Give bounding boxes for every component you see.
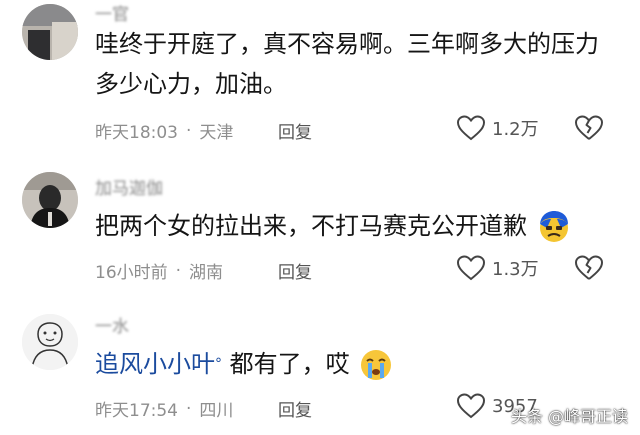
avatar-image	[22, 314, 78, 370]
comment-time: 昨天17:54	[95, 401, 178, 421]
heart-icon	[456, 393, 486, 419]
comment-location: 天津	[199, 123, 234, 143]
dislike-button[interactable]	[574, 114, 604, 146]
separator-dot: ·	[186, 398, 192, 419]
like-button[interactable]: 1.2万	[456, 114, 539, 142]
avatar[interactable]	[22, 314, 78, 370]
angry-face-emoji-icon	[537, 210, 571, 244]
username[interactable]: 加马迦伽	[95, 174, 163, 199]
reply-button[interactable]: 回复	[278, 118, 312, 143]
like-button[interactable]: 1.3万	[456, 254, 539, 282]
separator-dot: ·	[175, 260, 182, 281]
comment-item: 加马迦伽 把两个女的拉出来，不打马赛克公开道歉 16小时前 · 湖南 回复 1.…	[0, 160, 640, 290]
reply-button[interactable]: 回复	[278, 258, 312, 283]
comment-text: 追风小小叶° 都有了，哎	[95, 344, 625, 384]
username[interactable]: 一水	[95, 312, 129, 337]
comment-location: 湖南	[189, 263, 224, 283]
comment-location: 四川	[199, 401, 234, 421]
comment-text: 把两个女的拉出来，不打马赛克公开道歉	[95, 206, 625, 246]
comment-meta: 16小时前 · 湖南	[95, 258, 224, 284]
avatar-image	[22, 4, 78, 60]
comment-text: 哇终于开庭了，真不容易啊。三年啊多大的压力 多少心力，加油。	[95, 24, 625, 104]
separator-dot: ·	[186, 120, 192, 141]
like-count: 1.2万	[492, 119, 539, 140]
comment-text-line: 哇终于开庭了，真不容易啊。三年啊多大的压力	[95, 30, 599, 58]
reply-button[interactable]: 回复	[278, 396, 312, 421]
mention-link[interactable]: 追风小小叶	[95, 350, 215, 378]
comment-text-line: 多少心力，加油。	[95, 70, 287, 98]
comment-time: 16小时前	[95, 263, 168, 283]
crying-face-emoji-icon	[359, 348, 393, 382]
avatar-image	[22, 172, 78, 228]
broken-heart-icon	[575, 115, 603, 140]
comment-time: 昨天18:03	[95, 123, 178, 143]
avatar[interactable]	[22, 172, 78, 228]
comment-text-content: 把两个女的拉出来，不打马赛克公开道歉	[95, 212, 527, 240]
heart-icon	[456, 115, 486, 141]
username[interactable]: 一官	[95, 0, 129, 25]
comment-text-content: 都有了，哎	[229, 350, 350, 378]
broken-heart-icon	[575, 255, 603, 280]
watermark-text: 头条 @峰哥正读	[510, 407, 628, 426]
heart-icon	[456, 255, 486, 281]
comment-item: 一官 哇终于开庭了，真不容易啊。三年啊多大的压力 多少心力，加油。 昨天18:0…	[0, 0, 640, 150]
like-count: 1.3万	[492, 259, 539, 280]
dislike-button[interactable]	[574, 254, 604, 286]
watermark: 头条 @峰哥正读	[511, 403, 628, 427]
comment-meta: 昨天17:54 · 四川	[95, 396, 234, 422]
avatar[interactable]	[22, 4, 78, 60]
verified-icon: °	[215, 356, 222, 372]
comment-meta: 昨天18:03 · 天津	[95, 118, 234, 144]
